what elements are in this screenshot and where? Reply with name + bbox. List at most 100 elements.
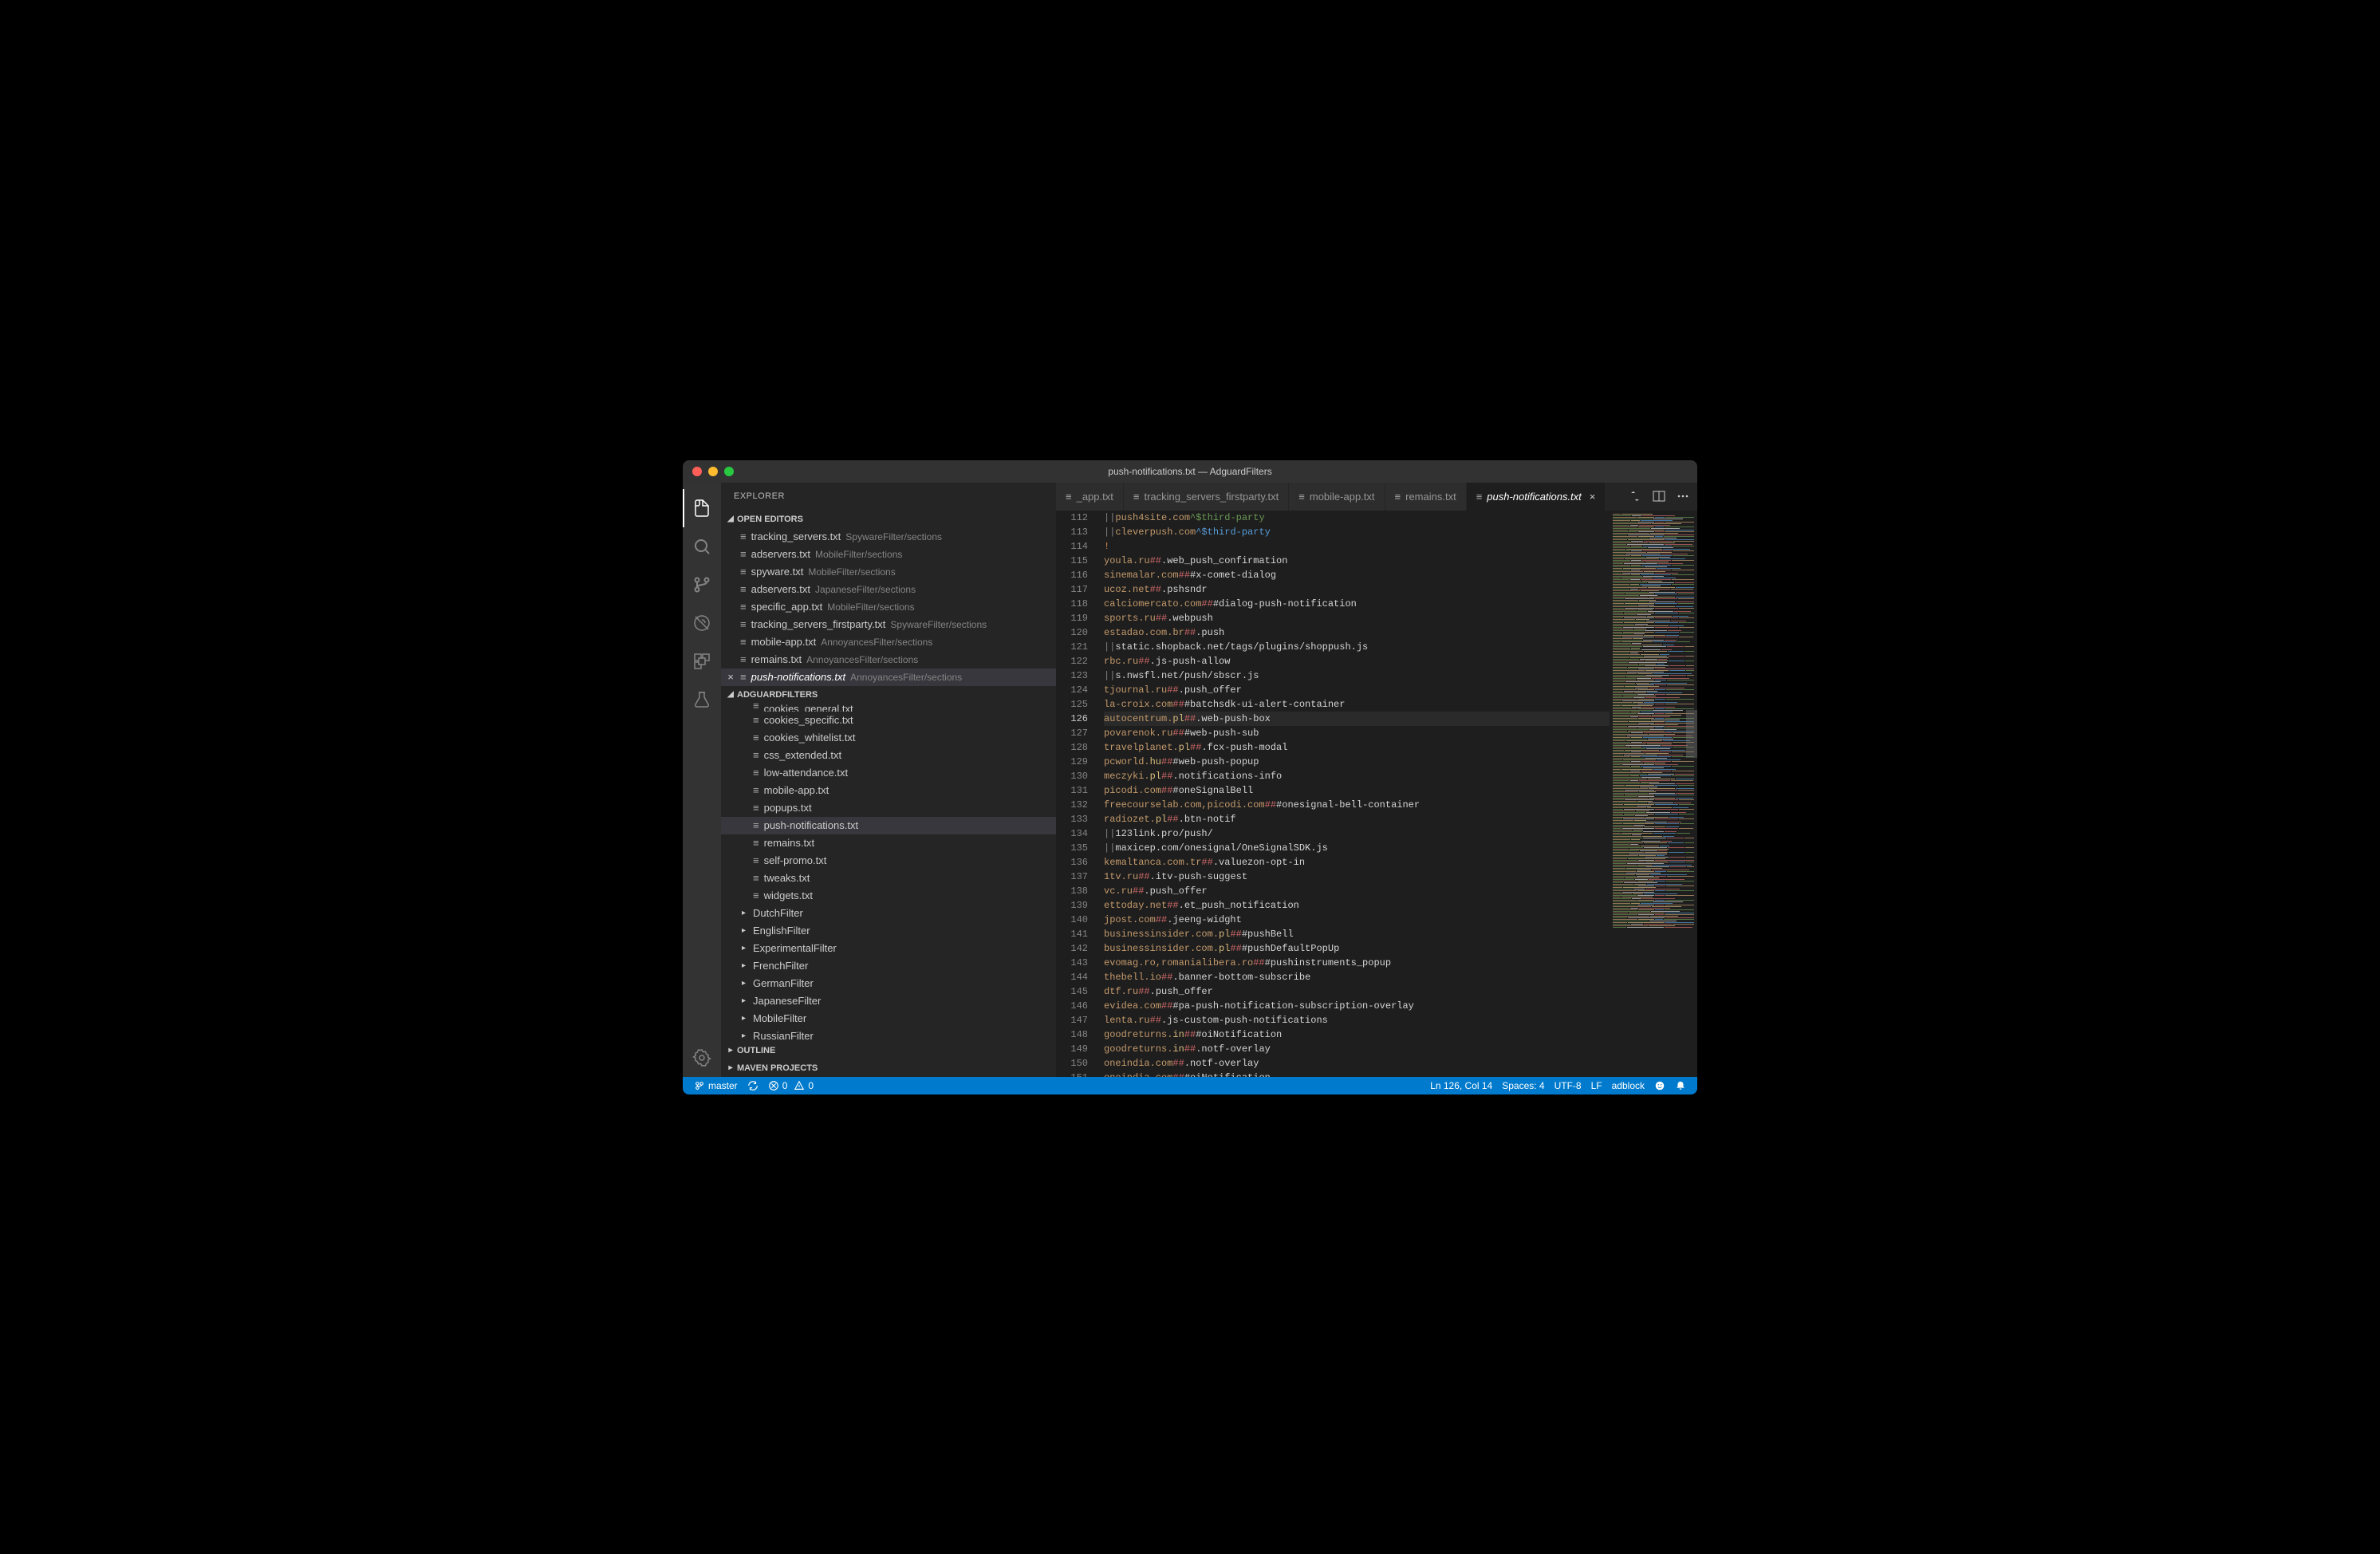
scrollbar-thumb[interactable] — [1686, 710, 1697, 758]
explorer-icon[interactable] — [683, 489, 721, 527]
section-label: MAVEN PROJECTS — [737, 1063, 818, 1073]
file-item[interactable]: ≡widgets.txt — [721, 887, 1056, 905]
file-icon: ≡ — [753, 767, 759, 779]
file-name: remains.txt — [764, 837, 815, 849]
folder-item[interactable]: ▸MobileFilter — [721, 1010, 1056, 1027]
maven-header[interactable]: ▸ MAVEN PROJECTS — [721, 1059, 1056, 1077]
indentation[interactable]: Spaces: 4 — [1497, 1080, 1549, 1091]
editor-tab[interactable]: ≡mobile-app.txt — [1289, 483, 1385, 511]
notifications-icon[interactable] — [1670, 1080, 1691, 1091]
cursor-position[interactable]: Ln 126, Col 14 — [1425, 1080, 1497, 1091]
file-icon: ≡ — [753, 889, 759, 901]
editor-tab[interactable]: ≡tracking_servers_firstparty.txt — [1124, 483, 1289, 511]
split-editor-icon[interactable] — [1653, 490, 1665, 503]
open-editors-header[interactable]: ◢ OPEN EDITORS — [721, 511, 1056, 528]
file-name: adservers.txt — [751, 548, 810, 560]
file-icon: ≡ — [1395, 491, 1401, 503]
file-name: cookies_specific.txt — [764, 714, 853, 726]
folder-name: RussianFilter — [753, 1030, 814, 1042]
close-icon[interactable]: × — [1590, 491, 1596, 503]
open-editor-item[interactable]: ×≡push-notifications.txtAnnoyancesFilter… — [721, 669, 1056, 686]
statusbar: master 0 0 Ln 126, Col 14 Spaces: 4 UTF-… — [683, 1077, 1697, 1095]
problems[interactable]: 0 0 — [763, 1080, 818, 1091]
folder-item[interactable]: ▸FrenchFilter — [721, 957, 1056, 975]
folder-item[interactable]: ▸ExperimentalFilter — [721, 940, 1056, 957]
git-branch[interactable]: master — [689, 1080, 743, 1091]
file-path: AnnoyancesFilter/sections — [806, 654, 918, 665]
file-icon: ≡ — [753, 854, 759, 866]
file-item[interactable]: ≡mobile-app.txt — [721, 782, 1056, 799]
language-mode[interactable]: adblock — [1607, 1080, 1649, 1091]
encoding[interactable]: UTF-8 — [1550, 1080, 1586, 1091]
file-icon: ≡ — [753, 819, 759, 831]
chevron-right-icon: ▸ — [742, 944, 751, 953]
file-icon: ≡ — [753, 732, 759, 743]
outline-header[interactable]: ▸ OUTLINE — [721, 1042, 1056, 1059]
settings-icon[interactable] — [683, 1039, 721, 1077]
code-content[interactable]: ||push4site.com^$third-party||cleverpush… — [1101, 511, 1610, 1077]
editor-tab[interactable]: ≡push-notifications.txt× — [1467, 483, 1606, 511]
open-editor-item[interactable]: ×≡mobile-app.txtAnnoyancesFilter/section… — [721, 633, 1056, 651]
file-icon: ≡ — [740, 636, 747, 648]
search-icon[interactable] — [683, 527, 721, 566]
file-icon: ≡ — [753, 872, 759, 884]
minimize-window-button[interactable] — [708, 467, 718, 476]
folder-item[interactable]: ▸GermanFilter — [721, 975, 1056, 992]
section-label: OUTLINE — [737, 1046, 775, 1055]
extensions-icon[interactable] — [683, 642, 721, 680]
debug-icon[interactable] — [683, 604, 721, 642]
folder-item[interactable]: ▸EnglishFilter — [721, 922, 1056, 940]
line-gutter: 1121131141151161171181191201211221231241… — [1056, 511, 1101, 1077]
file-icon: ≡ — [753, 749, 759, 761]
sidebar-title: EXPLORER — [721, 483, 1056, 511]
editor-tab[interactable]: ≡remains.txt — [1385, 483, 1467, 511]
feedback-icon[interactable] — [1649, 1080, 1670, 1091]
file-item[interactable]: ≡cookies_whitelist.txt — [721, 729, 1056, 747]
open-editor-item[interactable]: ×≡tracking_servers_firstparty.txtSpyware… — [721, 616, 1056, 633]
open-editor-item[interactable]: ×≡adservers.txtJapaneseFilter/sections — [721, 581, 1056, 598]
chevron-right-icon: ▸ — [742, 961, 751, 970]
file-item[interactable]: ≡cookies_specific.txt — [721, 712, 1056, 729]
open-editor-item[interactable]: ×≡tracking_servers.txtSpywareFilter/sect… — [721, 528, 1056, 546]
file-item[interactable]: ≡push-notifications.txt — [721, 817, 1056, 834]
editor-body[interactable]: 1121131141151161171181191201211221231241… — [1056, 511, 1697, 1077]
minimap[interactable] — [1610, 511, 1697, 1077]
open-editor-item[interactable]: ×≡adservers.txtMobileFilter/sections — [721, 546, 1056, 563]
file-path: MobileFilter/sections — [808, 566, 895, 578]
file-icon: ≡ — [740, 530, 747, 542]
editor-tab[interactable]: ≡ _app.txt — [1056, 483, 1124, 511]
source-control-icon[interactable] — [683, 566, 721, 604]
test-icon[interactable] — [683, 680, 721, 719]
tab-label: _app.txt — [1077, 491, 1113, 503]
file-name: tracking_servers_firstparty.txt — [751, 618, 886, 630]
folder-item[interactable]: ▸RussianFilter — [721, 1027, 1056, 1042]
file-item[interactable]: ≡remains.txt — [721, 834, 1056, 852]
open-editor-item[interactable]: ×≡specific_app.txtMobileFilter/sections — [721, 598, 1056, 616]
file-item[interactable]: ≡self-promo.txt — [721, 852, 1056, 870]
sync-icon[interactable] — [743, 1080, 763, 1091]
explorer-sidebar: EXPLORER ◢ OPEN EDITORS ×≡tracking_serve… — [721, 483, 1056, 1077]
file-name: specific_app.txt — [751, 601, 823, 613]
file-name: adservers.txt — [751, 583, 810, 595]
more-icon[interactable] — [1677, 490, 1689, 503]
scrollbar[interactable] — [1686, 511, 1697, 1077]
close-icon[interactable]: × — [724, 671, 737, 683]
folder-item[interactable]: ▸JapaneseFilter — [721, 992, 1056, 1010]
project-header[interactable]: ◢ ADGUARDFILTERS — [721, 686, 1056, 704]
compare-icon[interactable] — [1629, 490, 1641, 503]
eol[interactable]: LF — [1586, 1080, 1607, 1091]
file-item[interactable]: ≡low-attendance.txt — [721, 764, 1056, 782]
close-window-button[interactable] — [692, 467, 702, 476]
open-editor-item[interactable]: ×≡spyware.txtMobileFilter/sections — [721, 563, 1056, 581]
maximize-window-button[interactable] — [724, 467, 734, 476]
file-item[interactable]: ≡tweaks.txt — [721, 870, 1056, 887]
file-icon: ≡ — [740, 653, 747, 665]
open-editor-item[interactable]: ×≡remains.txtAnnoyancesFilter/sections — [721, 651, 1056, 669]
file-tree: ≡cookies_general.txt≡cookies_specific.tx… — [721, 704, 1056, 1042]
file-item[interactable]: ≡popups.txt — [721, 799, 1056, 817]
file-item[interactable]: ≡css_extended.txt — [721, 747, 1056, 764]
file-name: remains.txt — [751, 653, 802, 665]
folder-item[interactable]: ▸DutchFilter — [721, 905, 1056, 922]
folder-name: EnglishFilter — [753, 925, 810, 937]
file-icon: ≡ — [1066, 491, 1072, 503]
